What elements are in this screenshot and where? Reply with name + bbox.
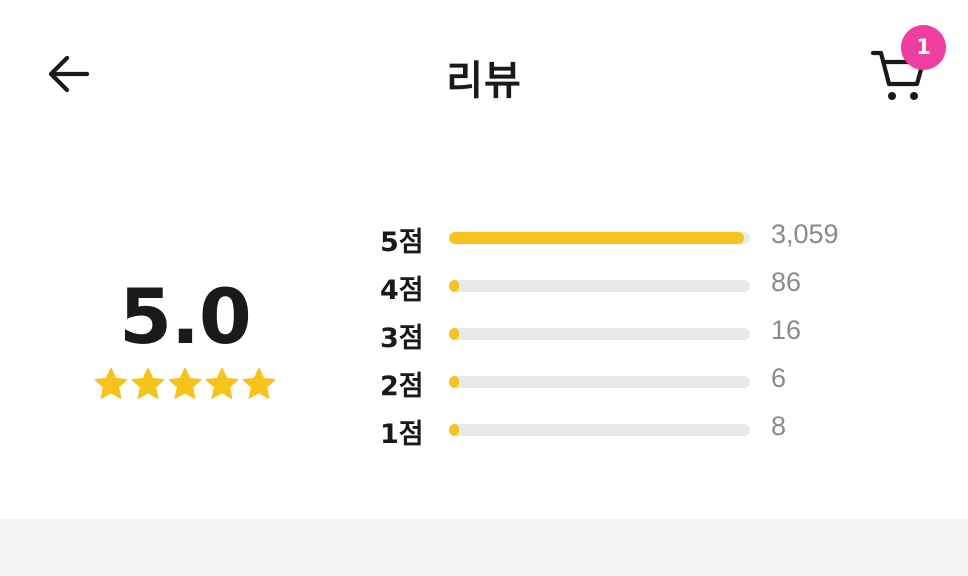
rating-bar-track <box>449 232 750 244</box>
rating-bar-track <box>449 424 750 436</box>
rating-row[interactable]: 4점 86 <box>370 262 910 310</box>
rating-bar-fill <box>449 424 459 436</box>
rating-row-label: 5점 <box>380 227 424 258</box>
star-icon <box>131 367 165 399</box>
page-title: 리뷰 <box>446 58 522 104</box>
star-icon <box>94 367 128 399</box>
rating-row-label: 1점 <box>380 419 424 450</box>
cart-count-badge: 1 <box>901 25 946 70</box>
star-rating <box>80 366 290 402</box>
rating-row-count: 6 <box>771 363 787 393</box>
rating-summary: 5.0 <box>80 270 290 402</box>
rating-row-count: 8 <box>771 411 787 441</box>
rating-row-label: 2점 <box>380 371 424 402</box>
rating-bar-fill <box>449 376 459 388</box>
star-icon <box>205 367 239 399</box>
rating-bar-fill <box>449 232 745 244</box>
rating-row[interactable]: 3점 16 <box>370 310 910 358</box>
rating-row[interactable]: 5점 3,059 <box>370 214 910 262</box>
rating-bar-track <box>449 376 750 388</box>
rating-row-count: 86 <box>771 267 802 297</box>
rating-row-label: 3점 <box>380 323 424 354</box>
rating-row-label: 4점 <box>380 275 424 306</box>
app-header: 리뷰 1 <box>0 0 968 150</box>
section-divider <box>0 519 968 576</box>
rating-bar-track <box>449 328 750 340</box>
rating-bar-fill <box>449 328 459 340</box>
rating-row-count: 16 <box>771 315 802 345</box>
average-rating: 5.0 <box>119 272 252 361</box>
rating-row-count: 3,059 <box>771 219 839 249</box>
star-icon <box>168 367 202 399</box>
star-icon <box>242 367 276 399</box>
rating-bar-fill <box>449 280 459 292</box>
rating-row[interactable]: 2점 6 <box>370 358 910 406</box>
rating-bar-track <box>449 280 750 292</box>
rating-row[interactable]: 1점 8 <box>370 406 910 454</box>
